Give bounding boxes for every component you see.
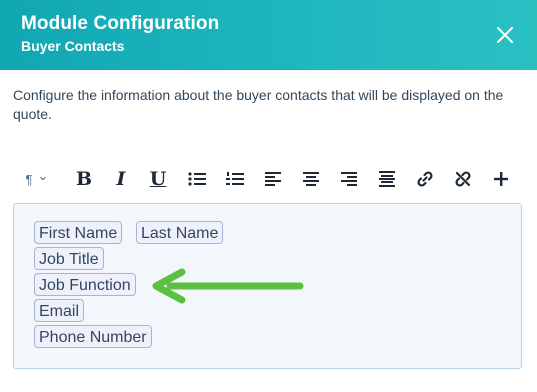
numbered-list-button[interactable] — [222, 164, 248, 194]
insert-more-button[interactable] — [488, 164, 514, 194]
insert-link-button[interactable] — [412, 164, 438, 194]
underline-icon: U — [149, 168, 167, 190]
justify-button[interactable] — [374, 164, 400, 194]
unlink-icon — [455, 171, 471, 187]
close-button[interactable] — [492, 22, 518, 48]
annotation-arrow — [152, 268, 304, 304]
modal-title: Module Configuration — [21, 13, 220, 34]
description-text: Configure the information about the buye… — [13, 87, 504, 122]
modal-header: Module Configuration Buyer Contacts — [0, 0, 537, 70]
plus-icon — [494, 172, 508, 186]
close-icon — [497, 27, 513, 43]
numbered-list-icon — [226, 172, 244, 185]
justify-icon — [379, 171, 395, 187]
align-right-icon — [341, 172, 357, 186]
align-right-button[interactable] — [336, 164, 362, 194]
remove-link-button[interactable] — [450, 164, 476, 194]
align-left-icon — [265, 172, 281, 186]
chevron-down-icon: ⌄ — [37, 168, 49, 183]
bulleted-list-button[interactable] — [184, 164, 210, 194]
token-first-name[interactable]: First Name — [34, 221, 123, 244]
italic-button[interactable]: I — [109, 164, 133, 194]
paragraph-style-dropdown[interactable]: ¶ ⌄ — [20, 164, 54, 194]
modal-subtitle: Buyer Contacts — [21, 38, 125, 54]
bulleted-list-icon — [188, 172, 206, 186]
align-left-button[interactable] — [260, 164, 286, 194]
align-center-icon — [303, 172, 319, 186]
token-last-name[interactable]: Last Name — [136, 221, 224, 244]
link-icon — [417, 171, 433, 187]
token-job-function[interactable]: Job Function — [34, 273, 136, 296]
bold-button[interactable]: B — [72, 164, 96, 194]
rich-text-toolbar: ¶ ⌄ B I U — [14, 164, 522, 194]
paragraph-icon: ¶ — [25, 171, 33, 187]
italic-icon: I — [116, 168, 126, 190]
token-job-title[interactable]: Job Title — [34, 247, 104, 270]
bold-icon: B — [75, 168, 93, 190]
token-email[interactable]: Email — [34, 299, 85, 322]
token-phone-number[interactable]: Phone Number — [34, 325, 152, 348]
underline-button[interactable]: U — [146, 164, 170, 194]
align-center-button[interactable] — [298, 164, 324, 194]
